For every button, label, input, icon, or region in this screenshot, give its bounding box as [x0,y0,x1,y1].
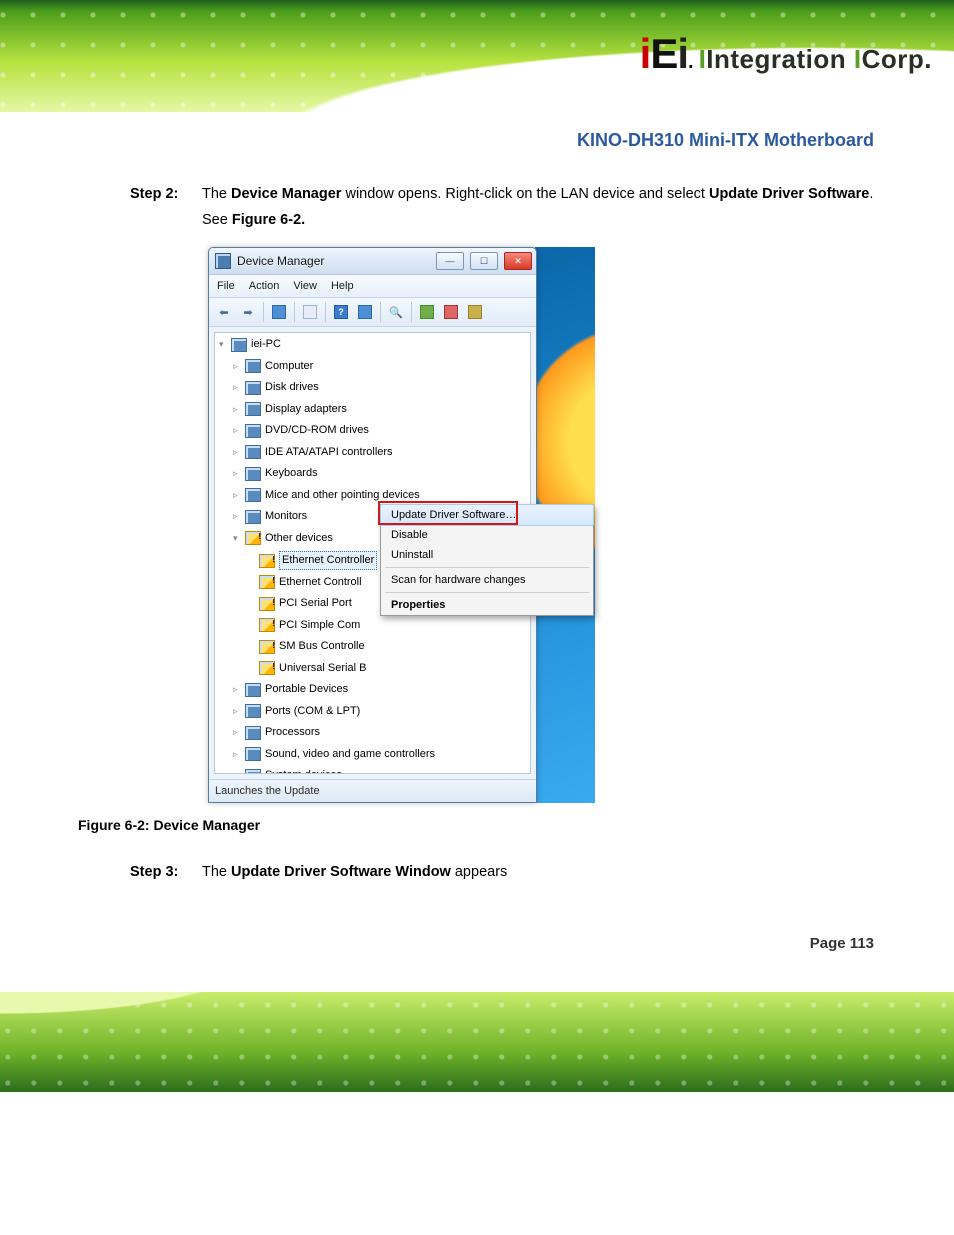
step-3-text: The Update Driver Software Window appear… [202,859,507,885]
step-2: Step 2: The Device Manager window opens.… [130,181,874,233]
tree-cat[interactable]: Display adapters [231,401,530,423]
tree-item[interactable]: Universal Serial B [245,660,530,682]
ctx-disable[interactable]: Disable [381,525,593,545]
device-manager-icon [215,253,231,269]
maximize-button[interactable]: ☐ [470,252,498,270]
document-body: KINO-DH310 Mini-ITX Motherboard Step 2: … [0,116,954,952]
brand-iei: iEi. [640,30,693,78]
step-3-label: Step 3: [130,859,194,885]
toolbar: ⬅ ➡ ? 🔍 [209,298,536,327]
tree-cat[interactable]: System devices [231,767,530,774]
step-2-text: The Device Manager window opens. Right-c… [202,181,874,233]
tree-cat[interactable]: Keyboards [231,465,530,487]
ctx-scan[interactable]: Scan for hardware changes [381,570,593,590]
tree-cat[interactable]: Sound, video and game controllers [231,746,530,768]
tb-icon-4[interactable] [464,301,486,323]
tree-cat[interactable]: DVD/CD-ROM drives [231,422,530,444]
ctx-uninstall[interactable]: Uninstall [381,545,593,565]
page-number: Page 113 [78,935,874,952]
tree-cat[interactable]: IDE ATA/ATAPI controllers [231,444,530,466]
window-title: Device Manager [237,254,324,268]
page-footer-band [0,992,954,1092]
figure-caption-2: Figure 6-2: Device Manager [78,817,874,833]
tree-item[interactable]: PCI Simple Com [245,617,530,639]
figure-6-2: Device Manager — ☐ ✕ File Action View He… [208,247,596,803]
tb-update-icon[interactable] [416,301,438,323]
status-text: Launches the Update [215,785,320,797]
step-2-label: Step 2: [130,181,194,233]
tb-uninstall-icon[interactable] [440,301,462,323]
menu-action[interactable]: Action [249,280,280,292]
step-list: Step 2: The Device Manager window opens.… [130,181,874,233]
document-title: KINO-DH310 Mini-ITX Motherboard [78,130,874,151]
tree-root-label: iei-PC [251,336,281,353]
tb-help-icon[interactable]: ? [330,301,352,323]
ctx-separator [385,567,589,568]
tree-cat[interactable]: Ports (COM & LPT) [231,703,530,725]
ctx-update-driver[interactable]: Update Driver Software… [380,504,594,526]
tb-icon-1[interactable] [268,301,290,323]
tree-cat[interactable]: Computer [231,358,530,380]
nav-back-button[interactable]: ⬅ [213,301,235,323]
menu-file[interactable]: File [217,280,235,292]
step-list-2: Step 3: The Update Driver Software Windo… [130,859,874,885]
tb-icon-3[interactable] [354,301,376,323]
ctx-separator [385,592,589,593]
window-titlebar[interactable]: Device Manager — ☐ ✕ [209,248,536,275]
minimize-button[interactable]: — [436,252,464,270]
close-button[interactable]: ✕ [504,252,532,270]
tree-item[interactable]: SM Bus Controlle [245,638,530,660]
menu-help[interactable]: Help [331,280,354,292]
tb-icon-2[interactable] [299,301,321,323]
tree-cat[interactable]: Disk drives [231,379,530,401]
nav-forward-button[interactable]: ➡ [237,301,259,323]
menu-bar: File Action View Help [209,275,536,298]
menu-view[interactable]: View [293,280,317,292]
ctx-properties[interactable]: Properties [381,595,593,615]
brand-corp: IIntegration ICorp. [699,44,932,75]
tb-scan-icon[interactable]: 🔍 [385,301,407,323]
tree-cat[interactable]: Portable Devices [231,681,530,703]
brand-logo: iEi. IIntegration ICorp. [640,30,932,78]
page-header-band: iEi. IIntegration ICorp. [0,0,954,116]
context-menu: Update Driver Software… Disable Uninstal… [380,504,594,616]
step-3: Step 3: The Update Driver Software Windo… [130,859,874,885]
tree-cat[interactable]: Processors [231,724,530,746]
status-bar: Launches the Update [209,779,536,802]
